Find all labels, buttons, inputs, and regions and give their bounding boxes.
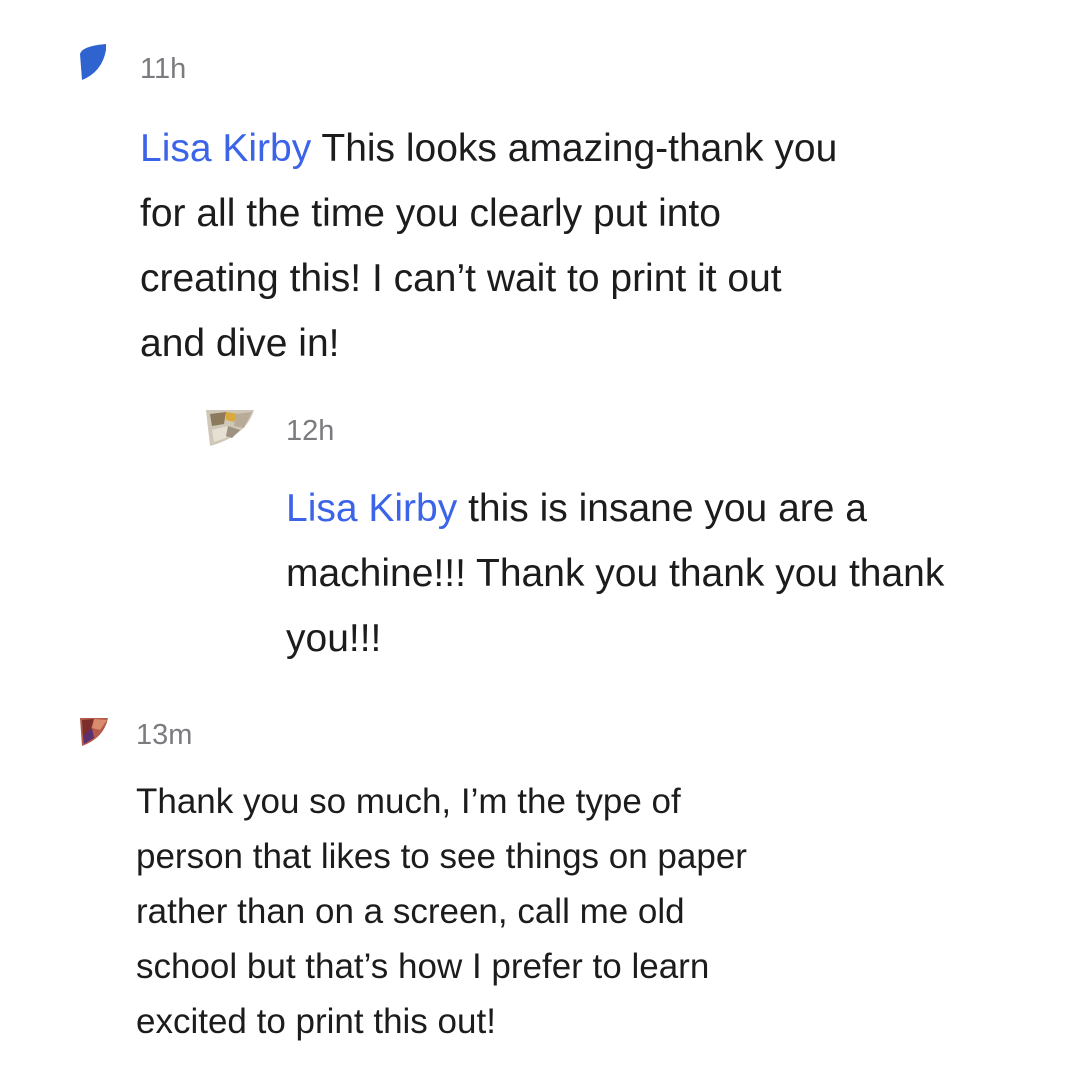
comment-timestamp: 12h [286,415,335,447]
comment-text: person that likes to see things on paper [136,837,747,876]
user-avatar-icon[interactable] [80,42,106,82]
comment-text: This looks amazing-thank you [311,127,838,170]
comment-text: for all the time you clearly put into [140,192,721,235]
comment-text: excited to print this out! [136,1002,496,1041]
comment-timestamp: 13m [136,719,193,751]
user-mention-link[interactable]: Lisa Kirby [286,487,457,530]
comment-text: you!!! [286,617,382,660]
comment-body: Thank you so much, I’m the type of perso… [136,774,747,1049]
user-avatar-icon[interactable] [206,408,254,448]
comment-text: this is insane you are a [457,487,867,530]
user-mention-link[interactable]: Lisa Kirby [140,127,311,170]
comment-body: Lisa Kirby this is insane you are a mach… [286,476,944,671]
comment-timestamp: 11h [140,53,187,85]
comment-text: school but that’s how I prefer to learn [136,947,710,986]
comment-thread: 11h Lisa Kirby This looks amazing-thank … [0,0,1080,1080]
comment-text: and dive in! [140,322,340,365]
comment-text: creating this! I can’t wait to print it … [140,257,782,300]
comment-body: Lisa Kirby This looks amazing-thank you … [140,116,837,376]
comment-text: machine!!! Thank you thank you thank [286,552,945,595]
comment-text: rather than on a screen, call me old [136,892,685,931]
user-avatar-icon[interactable] [80,716,108,748]
comment-text: Thank you so much, I’m the type of [136,782,681,821]
